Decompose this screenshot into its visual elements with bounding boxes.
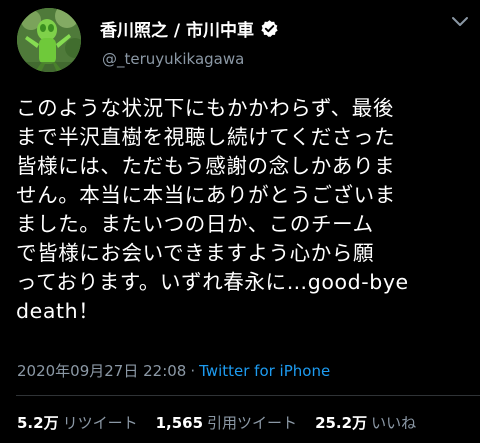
meta-separator: · [190,362,196,380]
quotes-stat[interactable]: 1,565 引用ツイート [156,412,297,433]
retweets-label: リツイート [62,414,138,432]
likes-label: いいね [371,414,417,432]
tweet-meta: 2020年09月27日 22:08 · Twitter for iPhone [17,360,330,381]
tweet-text-line: っております。いずれ春永に…good-bye [16,270,409,294]
tweet-text: このような状況下にもかかわらず、最後 まで半沢直樹を視聴し続けてくださった 皆様… [16,94,472,326]
engagement-stats: 5.2万 リツイート 1,565 引用ツイート 25.2万 いいね [17,412,434,433]
tweet-text-line: で皆様にお会いできますよう心から願 [16,241,375,265]
quotes-count: 1,565 [155,414,204,432]
tweet-text-line: このような状況下にもかかわらず、最後 [16,96,394,120]
divider [16,395,480,396]
tweet-text-line: せん。本当に本当にありがとうございま [16,183,396,207]
likes-stat[interactable]: 25.2万 いいね [315,412,416,433]
avatar[interactable] [17,8,81,72]
tweet-text-line: まで半沢直樹を視聴し続けてくださった [16,125,396,149]
author-name-row[interactable]: 香川照之 / 市川中車 [100,15,279,41]
quotes-label: 引用ツイート [207,414,298,432]
retweets-count: 5.2万 [17,414,59,432]
retweets-stat[interactable]: 5.2万 リツイート [17,412,138,433]
source-link[interactable]: Twitter for iPhone [199,362,330,380]
likes-count: 25.2万 [315,414,368,432]
tweet-text-line: 皆様には、ただもう感謝の念しかありま [16,154,396,178]
tweet-text-line: ました。またいつの日か、このチーム [16,212,374,236]
handle[interactable]: @_teruyukikagawa [102,50,244,68]
tweet-card: 香川照之 / 市川中車 @_teruyukikagawa このような状況下にもか… [0,0,480,443]
chevron-down-icon[interactable] [449,12,471,32]
tweet-text-line: death！ [16,299,100,323]
display-name[interactable]: 香川照之 / 市川中車 [100,16,254,41]
verified-badge-icon [260,19,279,38]
timestamp[interactable]: 2020年09月27日 22:08 [17,362,186,380]
avatar-image [17,8,81,72]
